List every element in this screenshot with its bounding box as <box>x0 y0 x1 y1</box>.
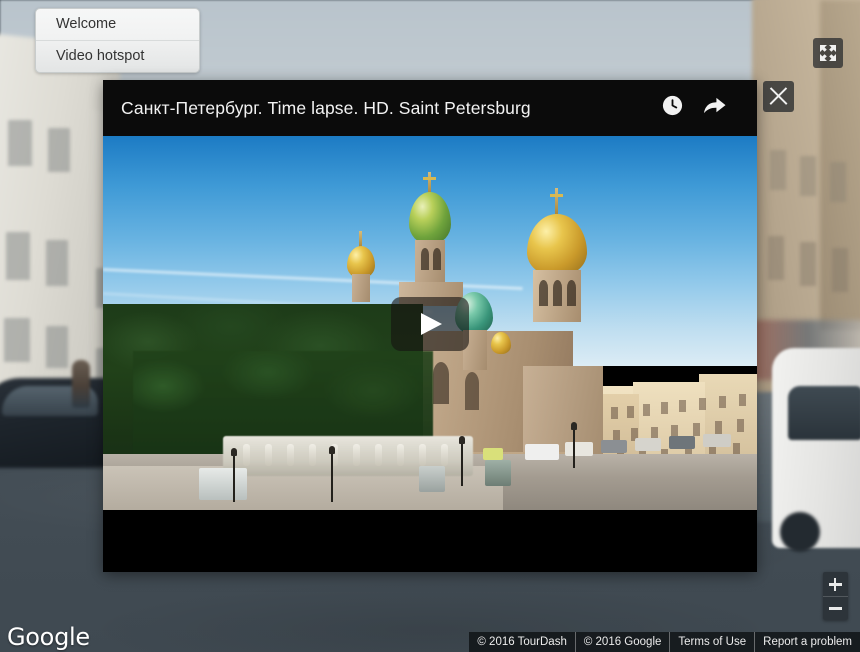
thumbnail-window <box>611 407 618 419</box>
thumbnail-parked-car <box>483 448 503 460</box>
attribution-label: © 2016 Google <box>583 636 662 648</box>
terms-of-use-link[interactable]: Terms of Use <box>669 632 754 652</box>
zoom-in-button[interactable] <box>823 572 848 597</box>
panorama-window <box>48 128 70 172</box>
thumbnail-parked-car <box>703 434 731 447</box>
thumbnail-window <box>715 421 722 434</box>
panorama-window <box>6 232 30 280</box>
thumbnail-lamp-head <box>571 422 577 430</box>
play-triangle-icon <box>421 313 442 335</box>
church-window <box>433 362 449 404</box>
thumbnail-baluster <box>353 444 360 466</box>
attribution-bar: © 2016 TourDash © 2016 Google Terms of U… <box>469 632 860 652</box>
video-play-button[interactable] <box>391 297 469 351</box>
church-window <box>465 372 479 410</box>
thumbnail-baluster <box>375 444 382 466</box>
panorama-window <box>8 120 32 166</box>
thumbnail-lamp-head <box>459 436 465 444</box>
church-cross <box>550 194 563 197</box>
panorama-window <box>46 240 68 286</box>
video-hotspot-modal[interactable]: Санкт-Петербург. Time lapse. HD. Saint P… <box>103 80 757 572</box>
thumbnail-window <box>739 394 746 406</box>
hotspot-menu-item-video-hotspot[interactable]: Video hotspot <box>36 40 199 72</box>
video-title[interactable]: Санкт-Петербург. Time lapse. HD. Saint P… <box>121 98 661 119</box>
attribution-tourdash: © 2016 TourDash <box>469 632 574 652</box>
hotspot-menu[interactable]: Welcome Video hotspot <box>35 8 200 73</box>
church-window <box>567 280 576 306</box>
attribution-label: Report a problem <box>763 636 852 648</box>
church-spire <box>428 172 431 194</box>
panorama-window <box>4 318 30 362</box>
thumbnail-parked-car <box>565 442 593 456</box>
thumbnail-baluster <box>441 444 448 466</box>
video-modal-footer <box>103 510 757 572</box>
close-modal-button[interactable] <box>763 81 794 112</box>
panorama-window <box>46 326 68 368</box>
church-window <box>539 280 548 306</box>
thumbnail-baluster <box>419 444 426 466</box>
share-arrow-icon[interactable] <box>702 94 727 122</box>
thumbnail-lamp-post <box>331 452 333 502</box>
thumbnail-parked-car <box>635 438 661 451</box>
church-drum <box>352 274 370 302</box>
thumbnail-window <box>661 402 668 414</box>
thumbnail-window <box>693 423 700 436</box>
hotspot-menu-item-welcome[interactable]: Welcome <box>36 9 199 40</box>
church-window <box>433 248 441 270</box>
panorama-window <box>770 150 786 190</box>
thumbnail-parked-car <box>601 440 627 453</box>
report-a-problem-link[interactable]: Report a problem <box>754 632 860 652</box>
church-dome-gold-tiny <box>491 332 511 354</box>
thumbnail-baluster <box>243 444 250 466</box>
thumbnail-baluster <box>265 444 272 466</box>
church-window <box>553 280 562 306</box>
thumbnail-kiosk <box>485 460 511 486</box>
hotspot-menu-item-label: Video hotspot <box>56 48 145 64</box>
thumbnail-window <box>699 398 706 410</box>
church-spire <box>359 231 362 247</box>
panorama-pedestrian <box>72 360 90 408</box>
thumbnail-baluster <box>287 444 294 466</box>
thumbnail-kiosk <box>199 468 247 500</box>
panorama-window <box>768 236 784 280</box>
thumbnail-window <box>643 404 650 416</box>
zoom-out-button[interactable] <box>823 596 848 620</box>
panorama-window <box>800 242 816 286</box>
church-cross <box>423 177 436 180</box>
watch-later-clock-icon[interactable] <box>661 94 684 122</box>
panorama-van-wheel <box>780 512 820 552</box>
thumbnail-parked-car <box>669 436 695 449</box>
video-modal-header: Санкт-Петербург. Time lapse. HD. Saint P… <box>103 80 757 136</box>
panorama-window <box>830 162 846 202</box>
thumbnail-baluster <box>397 444 404 466</box>
fullscreen-expand-icon <box>820 45 836 61</box>
church-window <box>421 248 429 270</box>
panorama-window <box>800 156 816 196</box>
attribution-label: Terms of Use <box>678 636 747 648</box>
thumbnail-lamp-post <box>233 454 235 502</box>
thumbnail-window <box>627 406 634 418</box>
thumbnail-baluster <box>309 444 316 466</box>
thumbnail-lamp-head <box>329 446 335 454</box>
thumbnail-lamp-head <box>231 448 237 456</box>
thumbnail-lamp-post <box>573 428 575 468</box>
zoom-control-group[interactable] <box>823 572 848 620</box>
thumbnail-window <box>679 400 686 412</box>
video-header-actions <box>661 94 727 122</box>
thumbnail-window <box>737 419 744 432</box>
panorama-van-window <box>788 386 860 440</box>
fullscreen-button[interactable] <box>813 38 843 68</box>
street-view-viewport[interactable]: Welcome Video hotspot Google © 2016 Tour… <box>0 0 860 652</box>
thumbnail-window <box>719 396 726 408</box>
google-logo: Google <box>7 623 90 651</box>
attribution-label: © 2016 TourDash <box>477 636 567 648</box>
thumbnail-parked-van <box>525 444 559 460</box>
panorama-window <box>832 248 848 292</box>
hotspot-menu-item-label: Welcome <box>56 16 117 32</box>
video-thumbnail[interactable] <box>103 136 757 510</box>
church-spire <box>555 188 558 214</box>
attribution-google: © 2016 Google <box>574 632 670 652</box>
thumbnail-kiosk <box>419 466 445 492</box>
thumbnail-lamp-post <box>461 442 463 486</box>
